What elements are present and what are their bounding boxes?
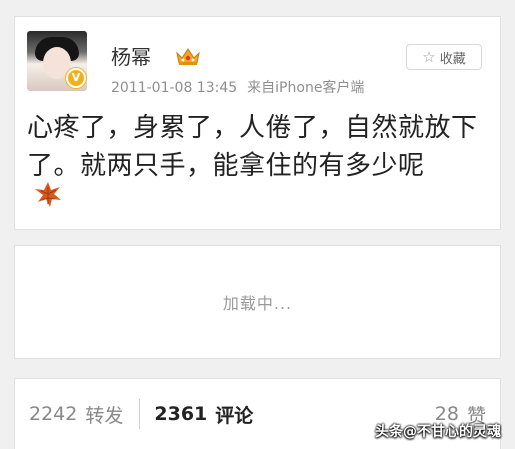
star-outline-icon: ☆ xyxy=(422,47,436,66)
favorite-label: 收藏 xyxy=(439,51,466,67)
username[interactable]: 杨幂 xyxy=(111,47,151,67)
like-count: 28 xyxy=(434,403,459,425)
verified-badge-icon: V xyxy=(66,68,86,88)
repost-tab[interactable]: 2242 转发 xyxy=(29,401,123,428)
watermark: 头条@不甘心的灵魂 xyxy=(375,424,501,440)
repost-count: 2242 xyxy=(29,403,78,425)
repost-label: 转发 xyxy=(85,404,124,427)
tab-divider xyxy=(139,399,141,429)
comment-count: 2361 xyxy=(154,403,208,425)
favorite-button[interactable]: ☆ 收藏 xyxy=(406,44,482,70)
weibo-post-view: V 杨幂 2011-01-08 13:45 来自iPhone客户端 ☆ 收藏 心疼… xyxy=(0,0,515,449)
comment-tab[interactable]: 2361 评论 xyxy=(154,401,253,428)
falling-leaf-emoji xyxy=(35,182,61,207)
crown-icon xyxy=(176,48,200,65)
post-source: 来自iPhone客户端 xyxy=(247,80,365,96)
post-card: V 杨幂 2011-01-08 13:45 来自iPhone客户端 ☆ 收藏 心疼… xyxy=(14,16,501,230)
comment-label: 评论 xyxy=(215,404,254,427)
post-meta: 2011-01-08 13:45 来自iPhone客户端 xyxy=(111,81,364,95)
loading-text: 加载中... xyxy=(222,294,293,313)
post-timestamp: 2011-01-08 13:45 xyxy=(111,80,238,96)
loading-card: 加载中... xyxy=(14,245,501,359)
post-text: 心疼了，身累了，人倦了，自然就放下了。就两只手，能拿住的有多少呢 xyxy=(27,113,478,181)
